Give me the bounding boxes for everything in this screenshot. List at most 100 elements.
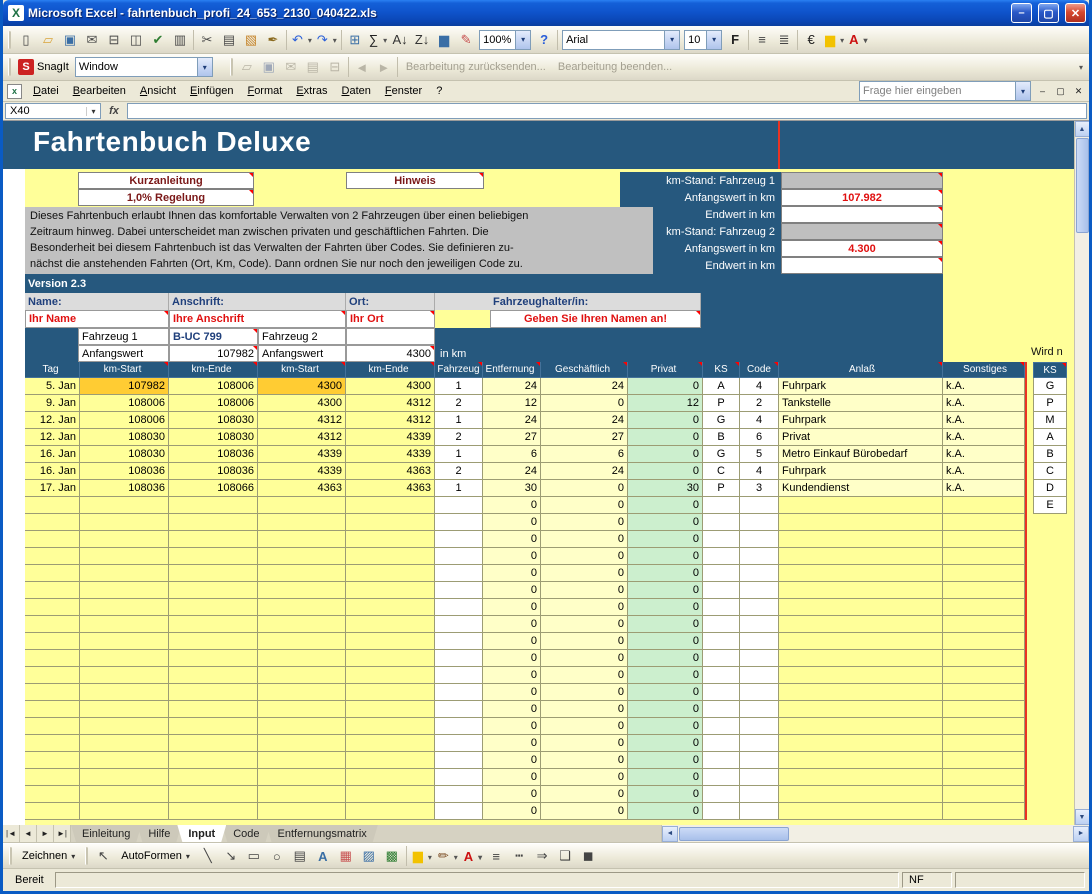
cell-anlass[interactable]: Fuhrpark <box>779 412 943 429</box>
cell-empty[interactable] <box>943 514 1025 531</box>
cell-ent[interactable]: 12 <box>483 395 541 412</box>
cell-empty[interactable] <box>258 582 346 599</box>
bearbeitung-beenden-button[interactable]: Bearbeitung beenden... <box>552 57 678 78</box>
name-box[interactable]: X40 ▾ <box>5 103 101 119</box>
cell-ges[interactable]: 0 <box>541 395 628 412</box>
cell-empty[interactable] <box>703 684 740 701</box>
chevron-down-icon[interactable]: ▾ <box>197 58 212 76</box>
cell-empty[interactable] <box>169 599 258 616</box>
cell-empty[interactable] <box>435 599 483 616</box>
close-button[interactable]: ✕ <box>1065 3 1086 23</box>
cell-empty[interactable]: 0 <box>628 718 703 735</box>
cell-empty[interactable] <box>740 701 779 718</box>
cell-empty[interactable] <box>258 735 346 752</box>
cell-empty[interactable] <box>258 616 346 633</box>
cell-empty[interactable] <box>740 769 779 786</box>
rectangle-icon[interactable]: ▭ <box>243 846 265 867</box>
anfangswert2-cell[interactable]: 4300 <box>346 345 435 362</box>
cell-empty[interactable] <box>779 718 943 735</box>
cell-code[interactable]: 3 <box>740 480 779 497</box>
cell-sonst[interactable]: k.A. <box>943 429 1025 446</box>
cell-empty[interactable] <box>943 548 1025 565</box>
cell-ks[interactable]: C <box>703 463 740 480</box>
cell-ke2[interactable]: 4339 <box>346 429 435 446</box>
column-header[interactable]: Tag <box>25 362 80 378</box>
print-icon[interactable]: ⊟ <box>324 57 346 78</box>
worksheet[interactable]: Fahrtenbuch Deluxe Kurzanleitung 1,0% Re… <box>3 121 1074 825</box>
cell-ke1[interactable]: 108006 <box>169 378 258 395</box>
cell-empty[interactable] <box>740 599 779 616</box>
cell-empty[interactable]: 0 <box>483 582 541 599</box>
cell-empty[interactable] <box>80 616 169 633</box>
cell-ent[interactable]: 30 <box>483 480 541 497</box>
last-sheet-button[interactable]: ►| <box>54 825 71 842</box>
cell-ent[interactable]: 27 <box>483 429 541 446</box>
cell-empty[interactable] <box>25 735 80 752</box>
cell-empty[interactable]: 0 <box>541 786 628 803</box>
cell-empty[interactable] <box>435 650 483 667</box>
cell-empty[interactable]: 0 <box>628 633 703 650</box>
cell-empty[interactable] <box>779 565 943 582</box>
cell-empty[interactable] <box>169 769 258 786</box>
cell-ges[interactable]: 24 <box>541 463 628 480</box>
ks-legend-header[interactable]: KS <box>1033 362 1067 378</box>
cell-empty[interactable] <box>943 769 1025 786</box>
cell-sonst[interactable]: k.A. <box>943 446 1025 463</box>
hyperlink-icon[interactable]: ⊞ <box>344 29 366 50</box>
cell-ke1[interactable]: 108006 <box>169 395 258 412</box>
cell-empty[interactable] <box>779 684 943 701</box>
format-painter-icon[interactable]: ✒ <box>262 29 284 50</box>
cell-empty[interactable] <box>25 752 80 769</box>
cell-empty[interactable]: 0 <box>541 769 628 786</box>
cell-empty[interactable] <box>25 514 80 531</box>
tab-einleitung[interactable]: Einleitung <box>71 825 141 842</box>
cell-empty[interactable]: 0 <box>628 565 703 582</box>
cell-empty[interactable] <box>740 497 779 514</box>
cell-empty[interactable] <box>25 616 80 633</box>
column-header[interactable]: Code <box>740 362 779 378</box>
mail-reply-icon[interactable]: ✉ <box>280 57 302 78</box>
cell-empty[interactable] <box>703 701 740 718</box>
column-header[interactable]: Fahrzeug <box>435 362 483 378</box>
cell-tag[interactable]: 9. Jan <box>25 395 80 412</box>
cell-empty[interactable] <box>258 667 346 684</box>
cell-empty[interactable] <box>25 667 80 684</box>
cell-sonst[interactable]: k.A. <box>943 412 1025 429</box>
chevron-down-icon[interactable]: ▾ <box>86 107 100 116</box>
cell-empty[interactable] <box>943 497 1025 514</box>
cell-ks2[interactable]: 4363 <box>258 480 346 497</box>
line-style-icon[interactable]: ≡ <box>485 846 507 867</box>
cell-empty[interactable] <box>779 531 943 548</box>
cell-ke1[interactable]: 108036 <box>169 446 258 463</box>
cell-empty[interactable] <box>258 769 346 786</box>
wordart-icon[interactable]: A <box>312 846 334 867</box>
cell-empty[interactable] <box>943 786 1025 803</box>
cell-ks1[interactable]: 108030 <box>80 429 169 446</box>
zoom-select[interactable]: 100%▾ <box>479 30 531 50</box>
cell-empty[interactable] <box>740 667 779 684</box>
cell-empty[interactable]: 0 <box>628 548 703 565</box>
cell-fz[interactable]: 1 <box>435 480 483 497</box>
cell-empty[interactable]: 0 <box>483 803 541 820</box>
arrow-style-icon[interactable]: ⇒ <box>531 846 553 867</box>
cell-empty[interactable] <box>779 786 943 803</box>
formula-input[interactable] <box>127 103 1087 119</box>
column-header[interactable]: km-Ende <box>169 362 258 378</box>
column-header[interactable]: km-Start <box>258 362 346 378</box>
cell-tag[interactable]: 5. Jan <box>25 378 80 395</box>
cell-priv[interactable]: 0 <box>628 463 703 480</box>
sort-ascending-icon[interactable]: A↓ <box>389 29 411 50</box>
cell-empty[interactable]: 0 <box>541 650 628 667</box>
cell-ks1[interactable]: 108036 <box>80 480 169 497</box>
menu-daten[interactable]: Daten <box>335 83 378 99</box>
cell-empty[interactable] <box>703 531 740 548</box>
scroll-right-icon[interactable]: ► <box>1073 826 1089 842</box>
cell-empty[interactable] <box>703 803 740 820</box>
tab-code[interactable]: Code <box>222 825 270 842</box>
description-cell[interactable]: Dieses Fahrtenbuch erlaubt Ihnen das kom… <box>25 207 653 274</box>
cell-empty[interactable]: 0 <box>483 684 541 701</box>
cell-empty[interactable] <box>346 497 435 514</box>
cell-empty[interactable] <box>80 701 169 718</box>
cell-empty[interactable]: 0 <box>628 752 703 769</box>
cell-empty[interactable] <box>80 565 169 582</box>
